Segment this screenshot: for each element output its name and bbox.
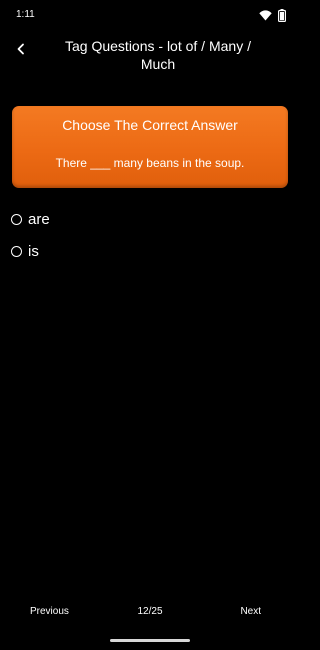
option-label: are (28, 210, 50, 228)
answer-option-is[interactable]: is (11, 241, 39, 261)
back-button[interactable] (10, 40, 32, 62)
battery-icon (278, 8, 286, 22)
wifi-icon (259, 9, 272, 21)
status-bar: 1:11 (0, 0, 300, 30)
bottom-nav: Previous 12/25 Next (0, 603, 300, 621)
home-indicator[interactable] (110, 639, 190, 642)
chevron-left-icon (16, 42, 26, 60)
question-card: Choose The Correct Answer There ___ many… (12, 106, 288, 188)
card-heading: Choose The Correct Answer (62, 117, 238, 133)
radio-button[interactable] (11, 213, 22, 225)
app-bar: Tag Questions - lot of / Many / Much (0, 30, 300, 80)
page-title: Tag Questions - lot of / Many / Much (65, 38, 251, 72)
status-time: 1:11 (16, 9, 35, 20)
answer-option-are[interactable]: are (11, 209, 50, 229)
radio-button[interactable] (11, 245, 22, 257)
status-icons (259, 8, 286, 22)
next-button[interactable]: Next (240, 606, 261, 617)
option-label: is (28, 242, 39, 260)
question-text: There ___ many beans in the soup. (55, 156, 245, 170)
